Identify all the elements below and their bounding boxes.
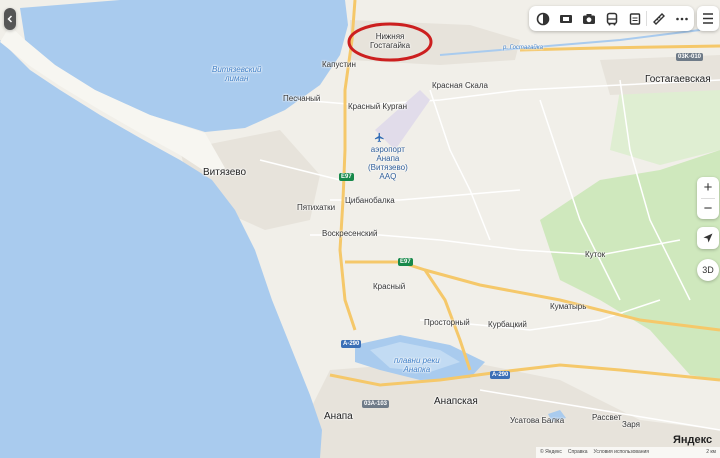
place-voskresensky[interactable]: Воскресенский [322, 229, 378, 238]
zoom-in-button[interactable]: + [697, 177, 719, 198]
road-shield-03k010: 03K-010 [676, 53, 704, 61]
place-anapskaya[interactable]: Анапская [434, 396, 478, 407]
place-vityazevo[interactable]: Витязево [203, 167, 246, 178]
road-shield-a290: A-290 [341, 340, 362, 348]
place-nizhnyaya-gostagaika[interactable]: Нижняя Гостагайка [370, 32, 410, 50]
layers-button[interactable] [531, 6, 554, 31]
place-krasny-kurgan[interactable]: Красный Курган [348, 102, 407, 111]
camera-button[interactable] [577, 6, 600, 31]
place-prostorny[interactable]: Просторный [424, 318, 470, 327]
more-button[interactable] [670, 6, 693, 31]
place-kurbatsky[interactable]: Курбацкий [488, 320, 527, 329]
airport-icon[interactable] [374, 130, 385, 143]
scale-label: 2 км [706, 449, 716, 455]
ruler-button[interactable] [647, 6, 670, 31]
menu-icon [703, 13, 713, 24]
place-kutok[interactable]: Куток [585, 250, 605, 259]
locate-button[interactable] [697, 227, 719, 249]
transit-icon [606, 12, 617, 25]
3d-button[interactable]: 3D [697, 259, 719, 281]
label-plavni-anapka: плавни реки Анапка [394, 356, 440, 374]
panorama-button[interactable] [554, 6, 577, 31]
bookmark-icon [629, 12, 640, 25]
zoom-out-button[interactable]: − [697, 198, 719, 219]
map-footer: © Яндекс Справка Условия использования 2… [536, 447, 720, 458]
more-icon [675, 17, 688, 20]
road-shield-e97: E97 [398, 258, 413, 266]
place-krasny[interactable]: Красный [373, 282, 405, 291]
place-gostagaevskaya[interactable]: Гостагаевская [645, 74, 711, 85]
place-kumatyr[interactable]: Куматырь [550, 302, 586, 311]
label-gostagaika-river: р. Гостагайка [503, 45, 543, 51]
place-pyatikhatki[interactable]: Пятихатки [297, 203, 335, 212]
panorama-icon [559, 14, 572, 23]
back-button[interactable] [4, 8, 16, 30]
help-link[interactable]: Справка [568, 447, 588, 458]
terms-link[interactable]: Условия использования [594, 447, 650, 458]
menu-button[interactable] [697, 6, 719, 31]
place-zarya[interactable]: Заря [622, 420, 640, 429]
camera-icon [582, 13, 595, 24]
place-ustatova-balka[interactable]: Усатова Балка [510, 416, 564, 425]
label-vityazevsky-liman: Витязевский лиман [212, 65, 262, 83]
yandex-logo: Яндекс [673, 434, 713, 446]
airplane-icon [374, 132, 384, 143]
road-shield-03a103: 03A-103 [362, 400, 390, 408]
place-pesochny[interactable]: Песчаный [283, 94, 320, 103]
bookmark-button[interactable] [623, 6, 646, 31]
place-rassvet[interactable]: Рассвет [592, 413, 622, 422]
place-anapa[interactable]: Анапа [324, 411, 353, 422]
copyright-text: © Яндекс [540, 449, 562, 455]
transit-button[interactable] [600, 6, 623, 31]
locate-arrow-icon [703, 233, 713, 243]
ruler-icon [652, 12, 665, 25]
road-shield-e97: E97 [339, 173, 354, 181]
zoom-controls: + − [697, 177, 719, 219]
chevron-left-icon [7, 15, 13, 23]
place-krasnaya-skala[interactable]: Красная Скала [432, 81, 488, 90]
place-kapustin[interactable]: Капустин [322, 60, 356, 69]
airport-label[interactable]: аэропорт Анапа (Витязево) AAQ [368, 145, 408, 181]
layers-icon [536, 12, 549, 25]
place-tsibanobalka[interactable]: Цибанобалка [345, 196, 395, 205]
map-toolbar [529, 6, 694, 31]
road-shield-a290: A-290 [490, 371, 511, 379]
